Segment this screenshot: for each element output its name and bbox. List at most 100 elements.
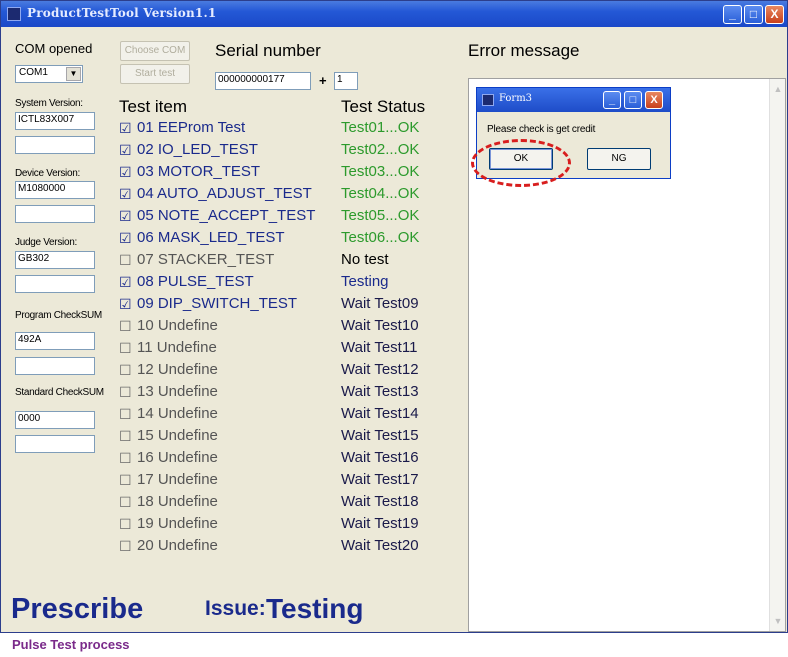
standard-checksum-field-2[interactable]	[15, 435, 95, 453]
checkbox-unchecked[interactable]: ☐	[119, 494, 132, 511]
close-button[interactable]: X	[765, 5, 784, 24]
judge-version-field[interactable]: GB302	[15, 251, 95, 269]
serial-number-label: Serial number	[215, 41, 321, 60]
test-row: ☑ 08 PULSE_TEST Testing	[119, 272, 439, 294]
main-window: ProductTestTool Version1.1 _ □ X COM ope…	[0, 0, 788, 633]
app-icon	[7, 7, 21, 21]
system-version-label: System Version:	[15, 98, 83, 109]
test-row: ☐ 17 Undefine Wait Test17	[119, 470, 439, 492]
test-item-name[interactable]: 16 Undefine	[137, 449, 218, 466]
checkbox-checked[interactable]: ☑	[119, 274, 132, 291]
checkbox-unchecked[interactable]: ☐	[119, 384, 132, 401]
error-message-label: Error message	[468, 41, 580, 60]
maximize-button[interactable]: □	[744, 5, 763, 24]
test-item-name[interactable]: 13 Undefine	[137, 383, 218, 400]
device-version-field[interactable]: M1080000	[15, 181, 95, 199]
test-item-name[interactable]: 06 MASK_LED_TEST	[137, 229, 285, 246]
test-item-name[interactable]: 19 Undefine	[137, 515, 218, 532]
scroll-up-icon[interactable]: ▲	[772, 83, 784, 95]
standard-checksum-label: Standard CheckSUM	[15, 387, 104, 398]
device-version-field-2[interactable]	[15, 205, 95, 223]
checkbox-unchecked[interactable]: ☐	[119, 340, 132, 357]
checkbox-checked[interactable]: ☑	[119, 296, 132, 313]
test-item-name[interactable]: 08 PULSE_TEST	[137, 273, 254, 290]
test-item-name[interactable]: 01 EEProm Test	[137, 119, 245, 136]
test-row: ☑ 06 MASK_LED_TEST Test06...OK	[119, 228, 439, 250]
test-status: Wait Test09	[341, 295, 419, 312]
checkbox-unchecked[interactable]: ☐	[119, 318, 132, 335]
standard-checksum-field[interactable]: 0000	[15, 411, 95, 429]
test-status: Wait Test14	[341, 405, 419, 422]
chevron-down-icon[interactable]: ▼	[66, 67, 81, 81]
serial-increment-field[interactable]: 1	[334, 72, 358, 90]
ng-button[interactable]: NG	[587, 148, 651, 170]
dialog-close-button[interactable]: X	[645, 91, 663, 109]
vertical-scrollbar[interactable]: ▲ ▼	[769, 79, 785, 631]
test-row: ☐ 07 STACKER_TEST No test	[119, 250, 439, 272]
test-row: ☐ 15 Undefine Wait Test15	[119, 426, 439, 448]
test-item-name[interactable]: 02 IO_LED_TEST	[137, 141, 258, 158]
test-item-name[interactable]: 04 AUTO_ADJUST_TEST	[137, 185, 312, 202]
test-status: Wait Test12	[341, 361, 419, 378]
program-checksum-field-2[interactable]	[15, 357, 95, 375]
judge-version-field-2[interactable]	[15, 275, 95, 293]
checkbox-checked[interactable]: ☑	[119, 230, 132, 247]
checkbox-unchecked[interactable]: ☐	[119, 362, 132, 379]
test-item-name[interactable]: 12 Undefine	[137, 361, 218, 378]
test-item-name[interactable]: 10 Undefine	[137, 317, 218, 334]
test-item-name[interactable]: 20 Undefine	[137, 537, 218, 554]
system-version-field-2[interactable]	[15, 136, 95, 154]
program-checksum-field[interactable]: 492A	[15, 332, 95, 350]
checkbox-unchecked[interactable]: ☐	[119, 450, 132, 467]
com-opened-label: COM opened	[15, 41, 93, 56]
dialog-maximize-button[interactable]: □	[624, 91, 642, 109]
test-status: Test02...OK	[341, 141, 420, 158]
test-item-name[interactable]: 15 Undefine	[137, 427, 218, 444]
checkbox-unchecked[interactable]: ☐	[119, 252, 132, 269]
system-version-field[interactable]: ICTL83X007	[15, 112, 95, 130]
com-port-value: COM1	[19, 67, 48, 78]
test-item-name[interactable]: 07 STACKER_TEST	[137, 251, 274, 268]
minimize-button[interactable]: _	[723, 5, 742, 24]
test-status: Test01...OK	[341, 119, 420, 136]
test-status: Wait Test17	[341, 471, 419, 488]
test-item-name[interactable]: 14 Undefine	[137, 405, 218, 422]
test-row: ☐ 19 Undefine Wait Test19	[119, 514, 439, 536]
test-item-name[interactable]: 05 NOTE_ACCEPT_TEST	[137, 207, 315, 224]
test-item-name[interactable]: 11 Undefine	[137, 339, 217, 356]
test-item-name[interactable]: 17 Undefine	[137, 471, 218, 488]
checkbox-unchecked[interactable]: ☐	[119, 516, 132, 533]
test-status: Wait Test13	[341, 383, 419, 400]
title-bar[interactable]: ProductTestTool Version1.1 _ □ X	[1, 1, 787, 27]
dialog-minimize-button[interactable]: _	[603, 91, 621, 109]
scroll-down-icon[interactable]: ▼	[772, 615, 784, 627]
issue-value: Testing	[266, 593, 364, 624]
checkbox-checked[interactable]: ☑	[119, 120, 132, 137]
test-status: Test04...OK	[341, 185, 420, 202]
start-test-button[interactable]: Start test	[120, 64, 190, 84]
dialog-title-bar[interactable]: Form3 _ □ X	[477, 88, 670, 112]
choose-com-button[interactable]: Choose COM	[120, 41, 190, 61]
checkbox-unchecked[interactable]: ☐	[119, 472, 132, 489]
dialog-title: Form3	[499, 93, 533, 104]
test-item-name[interactable]: 03 MOTOR_TEST	[137, 163, 260, 180]
checkbox-unchecked[interactable]: ☐	[119, 406, 132, 423]
test-status: Wait Test20	[341, 537, 419, 554]
serial-number-field[interactable]: 000000000177	[215, 72, 311, 90]
checkbox-checked[interactable]: ☑	[119, 142, 132, 159]
test-item-name[interactable]: 09 DIP_SWITCH_TEST	[137, 295, 297, 312]
checkbox-checked[interactable]: ☑	[119, 208, 132, 225]
checkbox-unchecked[interactable]: ☐	[119, 538, 132, 555]
com-port-select[interactable]: COM1 ▼	[15, 65, 83, 83]
checkbox-checked[interactable]: ☑	[119, 186, 132, 203]
checkbox-checked[interactable]: ☑	[119, 164, 132, 181]
test-status: Wait Test11	[341, 339, 418, 356]
test-row: ☐ 14 Undefine Wait Test14	[119, 404, 439, 426]
test-item-name[interactable]: 18 Undefine	[137, 493, 218, 510]
test-row: ☑ 02 IO_LED_TEST Test02...OK	[119, 140, 439, 162]
test-item-header: Test item	[119, 97, 188, 116]
test-row: ☑ 09 DIP_SWITCH_TEST Wait Test09	[119, 294, 439, 316]
checkbox-unchecked[interactable]: ☐	[119, 428, 132, 445]
test-row: ☑ 05 NOTE_ACCEPT_TEST Test05...OK	[119, 206, 439, 228]
test-row: ☑ 04 AUTO_ADJUST_TEST Test04...OK	[119, 184, 439, 206]
